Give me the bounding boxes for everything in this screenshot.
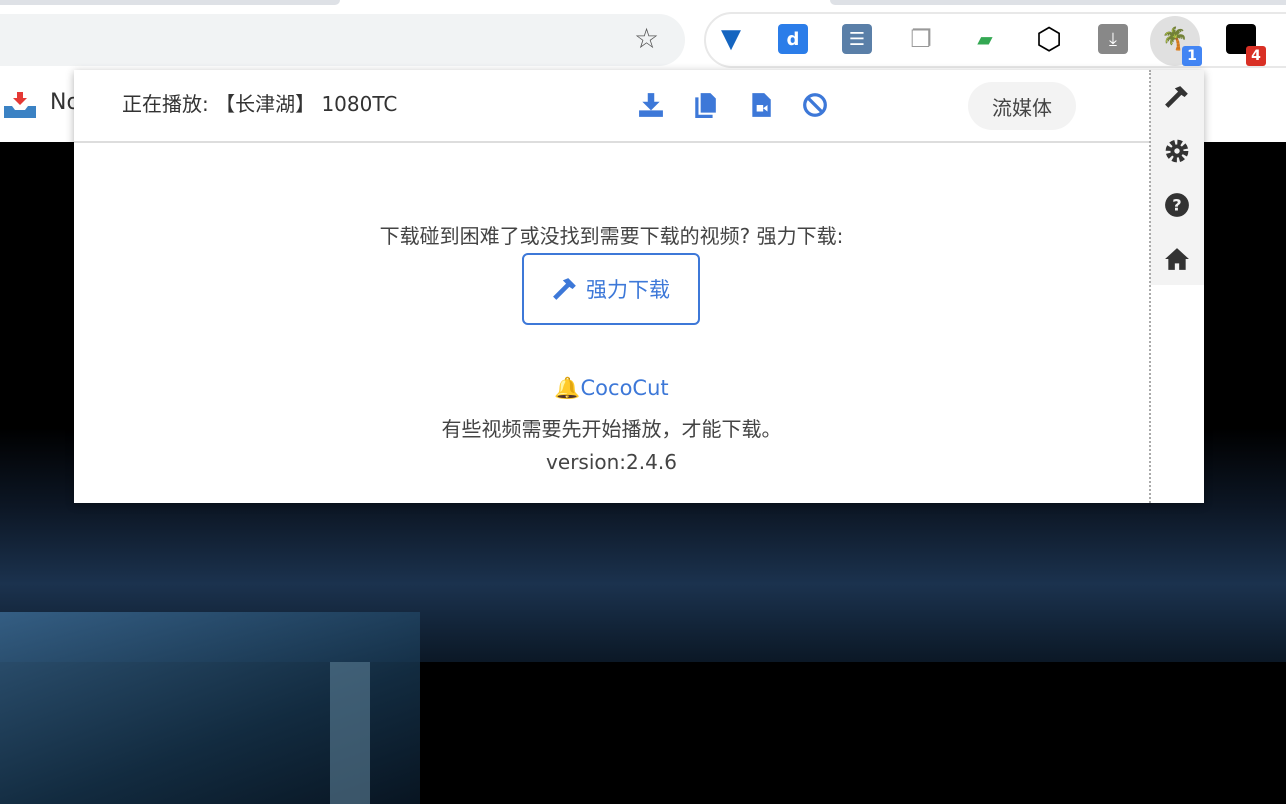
funnel-extension-icon[interactable]: ▼: [716, 24, 746, 54]
svg-text:?: ?: [1172, 195, 1181, 214]
force-download-label: 强力下载: [586, 278, 670, 302]
cococut-badge: 1: [1182, 46, 1202, 66]
video-file-icon[interactable]: [748, 92, 774, 118]
hammer-icon[interactable]: [1164, 84, 1190, 110]
cococut-popup: 正在播放: 【长津湖】 1080TC 流媒体 ? 下载碰到困难了或没找到需要下载…: [74, 70, 1204, 503]
dark-extension-badge: 4: [1246, 46, 1266, 66]
home-icon[interactable]: [1164, 246, 1190, 272]
list-extension-icon[interactable]: ☰: [842, 24, 872, 54]
hint-text: 下载碰到困难了或没找到需要下载的视频? 强力下载:: [379, 224, 844, 248]
now-playing-title: 正在播放: 【长津湖】 1080TC: [122, 92, 398, 116]
version-text: version:2.4.6: [546, 450, 677, 474]
hammer-icon: [553, 278, 576, 300]
inbox-download-icon[interactable]: [4, 92, 36, 118]
force-download-button[interactable]: 强力下载: [522, 253, 700, 325]
browser-toolbar: ☆ ▼ d ☰ ❐ ▰ ⬡ ⤓ 🌴 1 4: [0, 0, 1286, 68]
play-first-note: 有些视频需要先开始播放，才能下载。: [441, 417, 782, 441]
stream-media-button[interactable]: 流媒体: [968, 82, 1076, 130]
brand-line: 🔔CocoCut: [74, 376, 1149, 401]
block-icon[interactable]: [802, 92, 828, 118]
cococut-link[interactable]: CocoCut: [581, 376, 669, 400]
chat-extension-icon[interactable]: ▰: [970, 24, 1000, 54]
bell-icon: 🔔: [554, 376, 581, 400]
gear-icon[interactable]: [1164, 138, 1190, 164]
copy-icon[interactable]: [692, 92, 718, 118]
copy-extension-icon[interactable]: ❐: [906, 24, 936, 54]
hexagon-extension-icon[interactable]: ⬡: [1034, 22, 1064, 57]
bookmark-star-icon[interactable]: ☆: [634, 22, 659, 55]
popup-header: 正在播放: 【长津湖】 1080TC 流媒体: [74, 70, 1150, 143]
download-extension-icon[interactable]: ⤓: [1098, 24, 1128, 54]
download-icon[interactable]: [638, 92, 664, 118]
side-divider: [1149, 70, 1151, 503]
d-extension-icon[interactable]: d: [778, 24, 808, 54]
side-toolbar: ?: [1150, 70, 1204, 285]
address-bar[interactable]: [0, 14, 685, 66]
help-icon[interactable]: ?: [1164, 192, 1190, 218]
